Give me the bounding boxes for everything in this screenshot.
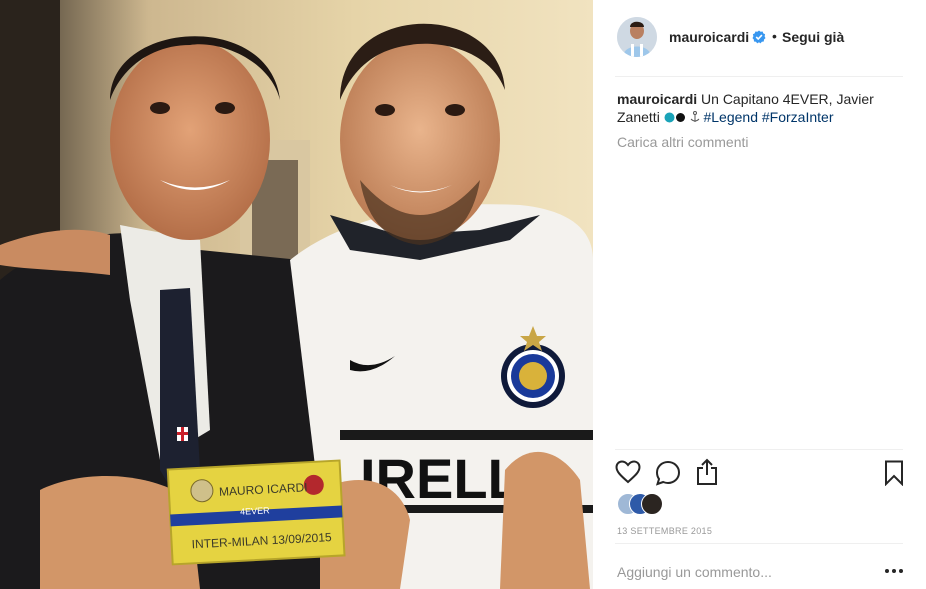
post-caption: mauroicardi Un Capitano 4EVER, Javier Za… <box>617 90 887 127</box>
more-options-icon[interactable] <box>884 563 904 579</box>
share-icon[interactable] <box>695 458 719 486</box>
post-image: IRELLI MAURO ICARDI 4EVER INTER-MILAN 13… <box>0 0 593 589</box>
caption-text-2: Zanetti <box>617 109 660 125</box>
add-comment-field[interactable]: Aggiungi un commento... <box>617 564 772 580</box>
hashtag-legend[interactable]: #Legend <box>703 109 758 125</box>
header-divider <box>615 76 903 77</box>
heart-icon[interactable] <box>615 460 641 484</box>
post-sidebar: mauroicardi • Segui già mauroicardi Un C… <box>593 0 926 589</box>
anchor-emoji-icon <box>690 109 700 127</box>
bookmark-icon[interactable] <box>884 460 904 486</box>
post-date: 13 SETTEMBRE 2015 <box>617 526 713 536</box>
liker-avatar-3 <box>641 493 663 515</box>
caption-username[interactable]: mauroicardi <box>617 91 697 107</box>
following-button[interactable]: Segui già <box>782 29 844 45</box>
post-header: mauroicardi • Segui già <box>593 0 926 77</box>
hashtag-forzainter[interactable]: #ForzaInter <box>762 109 834 125</box>
load-more-comments[interactable]: Carica altri commenti <box>617 134 748 150</box>
black-circle-emoji-icon <box>675 109 686 127</box>
armband-4ever: 4EVER <box>240 505 270 517</box>
post-photo[interactable]: IRELLI MAURO ICARDI 4EVER INTER-MILAN 13… <box>0 0 593 589</box>
caption-text-1: Un Capitano 4EVER, Javier <box>701 91 874 107</box>
blue-circle-emoji-icon <box>664 109 675 127</box>
verified-badge-icon <box>752 30 766 44</box>
actions-divider <box>615 449 903 450</box>
username-link[interactable]: mauroicardi <box>669 29 749 45</box>
comment-icon[interactable] <box>655 460 681 486</box>
comment-divider <box>615 543 903 544</box>
header-separator: • <box>772 28 777 44</box>
avatar[interactable] <box>617 17 657 57</box>
